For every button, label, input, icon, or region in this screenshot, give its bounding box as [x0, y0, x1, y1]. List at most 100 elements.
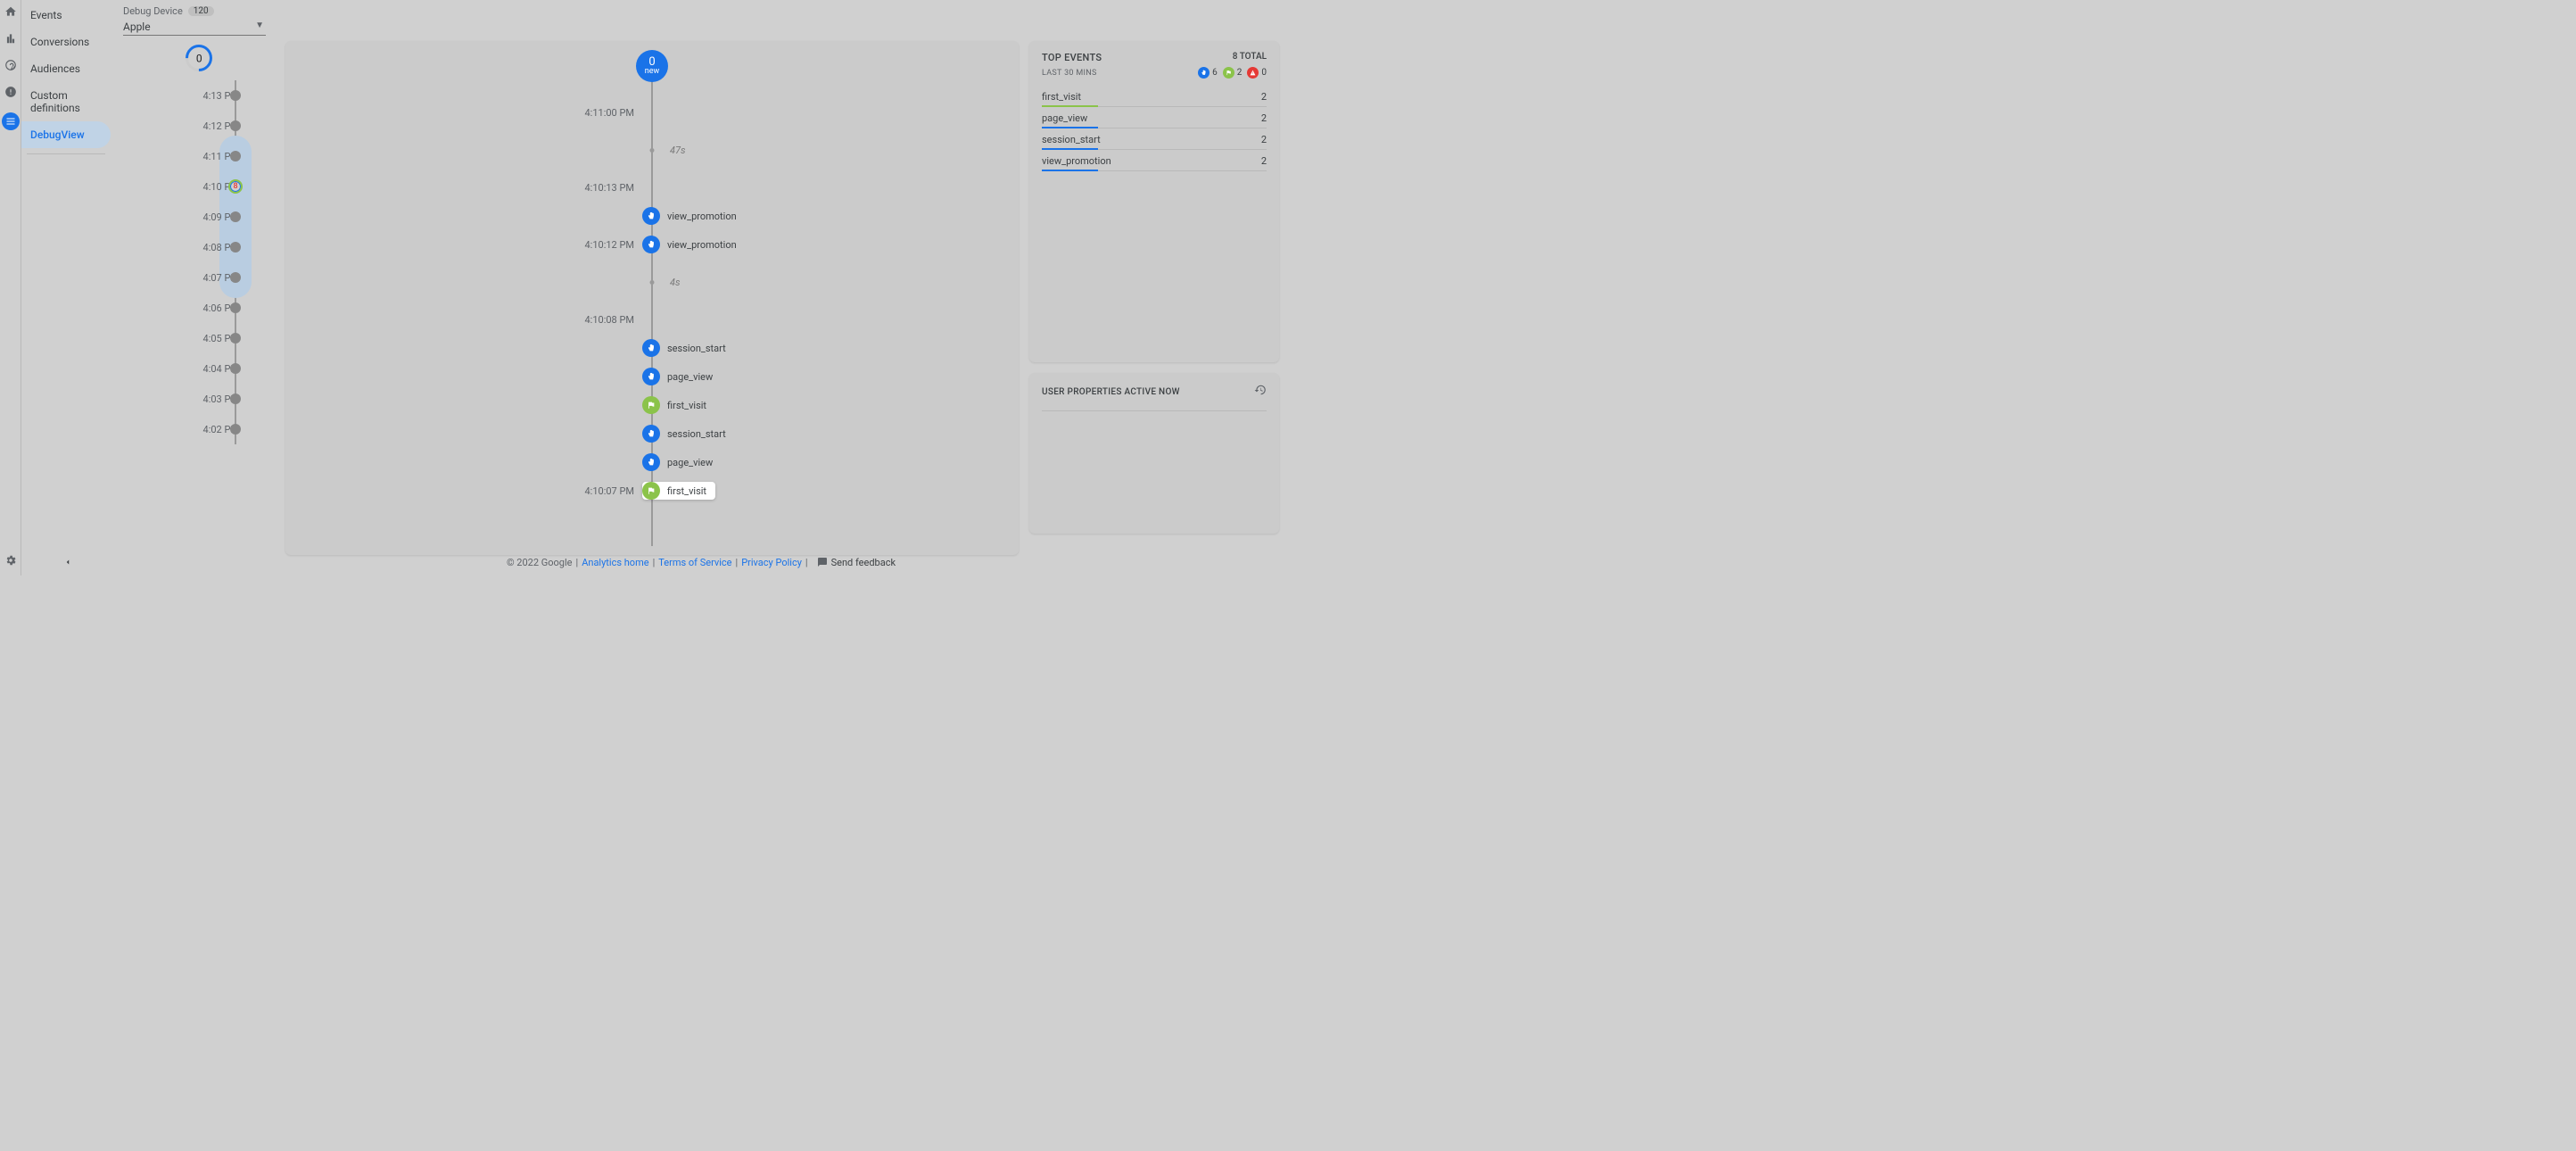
stream-row[interactable]: page_view	[285, 448, 1019, 476]
minute-current-bubble[interactable]: 0	[180, 39, 218, 77]
gap-dot	[650, 280, 655, 285]
minute-row[interactable]: 4:06 PM	[123, 293, 275, 323]
footer-link-privacy[interactable]: Privacy Policy	[741, 557, 802, 568]
minute-dot	[230, 242, 241, 253]
event-type-chip[interactable]: 0	[1247, 67, 1267, 79]
minute-dot	[230, 302, 241, 313]
debug-device-label: Debug Device	[123, 5, 183, 17]
top-event-row[interactable]: page_view 2	[1042, 107, 1267, 128]
minute-row[interactable]: 4:02 PM	[123, 414, 275, 444]
touch-icon	[642, 236, 660, 253]
minute-dot	[230, 90, 241, 101]
gap-dot	[650, 148, 655, 153]
minute-row[interactable]: 4:08 PM	[123, 232, 275, 262]
minute-row[interactable]: 4:10 PM8	[123, 171, 275, 202]
minute-dot	[230, 151, 241, 161]
event-name: view_promotion	[667, 211, 737, 222]
flag-icon	[642, 482, 660, 500]
stream-row[interactable]: session_start	[285, 334, 1019, 362]
nav-item-events[interactable]: Events	[21, 2, 111, 29]
stream-time: 4:11:00 PM	[584, 107, 634, 119]
debug-device-count: 120	[188, 6, 214, 16]
top-event-name: page_view	[1042, 112, 1087, 124]
settings-icon[interactable]	[4, 554, 17, 567]
stream-time: 4:10:13 PM	[584, 182, 634, 194]
event-name: first_visit	[667, 400, 706, 411]
stream-event[interactable]: session_start	[642, 339, 726, 357]
event-type-chip[interactable]: 2	[1223, 67, 1243, 79]
stream-row[interactable]: first_visit	[285, 391, 1019, 419]
new-events-label: new	[645, 68, 660, 76]
user-properties-panel: USER PROPERTIES ACTIVE NOW	[1029, 373, 1279, 534]
stream-row[interactable]: 4:10:12 PMview_promotion	[285, 230, 1019, 259]
explore-icon[interactable]	[4, 59, 17, 71]
nav-item-debugview[interactable]: DebugView	[21, 121, 111, 148]
minute-row[interactable]: 4:03 PM	[123, 384, 275, 414]
minute-row[interactable]: 4:04 PM	[123, 353, 275, 384]
stream-event[interactable]: view_promotion	[642, 236, 737, 253]
event-name: session_start	[667, 343, 726, 354]
chip-count: 0	[1261, 68, 1267, 78]
send-feedback-label: Send feedback	[831, 557, 896, 568]
footer-link-analytics-home[interactable]: Analytics home	[582, 557, 648, 568]
stream-event[interactable]: view_promotion	[642, 207, 737, 225]
nav-item-audiences[interactable]: Audiences	[21, 55, 111, 82]
event-name: page_view	[667, 457, 713, 468]
nav-divider	[27, 153, 105, 154]
send-feedback-button[interactable]: Send feedback	[817, 557, 896, 568]
icon-rail	[0, 0, 21, 576]
stream-row[interactable]: view_promotion	[285, 202, 1019, 230]
minute-row[interactable]: 4:09 PM	[123, 202, 275, 232]
chip-count: 2	[1237, 68, 1243, 78]
nav-item-conversions[interactable]: Conversions	[21, 29, 111, 55]
minute-row[interactable]: 4:11 PM	[123, 141, 275, 171]
stream-event[interactable]: first_visit	[642, 396, 706, 414]
top-events-title: TOP EVENTS	[1042, 52, 1102, 63]
top-event-row[interactable]: first_visit2	[1042, 86, 1267, 107]
top-event-count: 2	[1261, 91, 1267, 103]
top-event-row[interactable]: view_promotion2	[1042, 150, 1267, 171]
stream-row[interactable]: session_start	[285, 419, 1019, 448]
collapse-nav-button[interactable]	[21, 557, 114, 570]
footer-link-terms[interactable]: Terms of Service	[658, 557, 731, 568]
footer: © 2022 Google | Analytics home | Terms o…	[114, 549, 1288, 576]
stream-row[interactable]: page_view	[285, 362, 1019, 391]
chip-icon	[1198, 67, 1210, 79]
minute-row[interactable]: 4:12 PM	[123, 111, 275, 141]
chip-icon	[1223, 67, 1234, 79]
main-content: Debug Device 120 Apple ▼ 0 4:13 PM4:12 P…	[114, 0, 1288, 549]
history-icon[interactable]	[1254, 384, 1267, 400]
gap-label: 4s	[670, 277, 681, 288]
top-event-bar	[1042, 170, 1098, 171]
stream-row[interactable]: 4:10:07 PMfirst_visit	[285, 476, 1019, 505]
home-icon[interactable]	[4, 5, 17, 18]
minute-row[interactable]: 4:07 PM	[123, 262, 275, 293]
top-event-count: 2	[1261, 134, 1267, 145]
top-event-row[interactable]: session_start2	[1042, 128, 1267, 150]
minute-row[interactable]: 4:05 PM	[123, 323, 275, 353]
event-stream-panel: 0 new 4:11:00 PM47s4:10:13 PMview_promot…	[285, 41, 1019, 555]
event-type-chip[interactable]: 6	[1198, 67, 1218, 79]
top-event-count: 2	[1261, 112, 1267, 124]
debug-device-section: Debug Device 120 Apple ▼	[123, 5, 1279, 36]
nav-item-custom-definitions[interactable]: Custom definitions	[21, 82, 111, 121]
configure-icon[interactable]	[2, 112, 20, 130]
chevron-down-icon: ▼	[255, 21, 264, 30]
advertising-icon[interactable]	[4, 86, 17, 98]
stream-event[interactable]: page_view	[642, 453, 713, 471]
reports-icon[interactable]	[4, 32, 17, 45]
new-events-bubble[interactable]: 0 new	[636, 50, 668, 82]
debug-device-select[interactable]: Apple ▼	[123, 19, 266, 36]
touch-icon	[642, 368, 660, 385]
touch-icon	[642, 453, 660, 471]
minute-dot	[230, 333, 241, 344]
minute-dot	[230, 424, 241, 435]
stream-time: 4:10:08 PM	[584, 314, 634, 326]
minute-row[interactable]: 4:13 PM	[123, 80, 275, 111]
stream-event[interactable]: page_view	[642, 368, 713, 385]
top-events-total: 8 TOTAL	[1233, 52, 1267, 62]
stream-event[interactable]: first_visit	[642, 482, 715, 500]
chip-icon	[1247, 67, 1259, 79]
side-nav: Events Conversions Audiences Custom defi…	[21, 0, 114, 576]
stream-event[interactable]: session_start	[642, 425, 726, 443]
